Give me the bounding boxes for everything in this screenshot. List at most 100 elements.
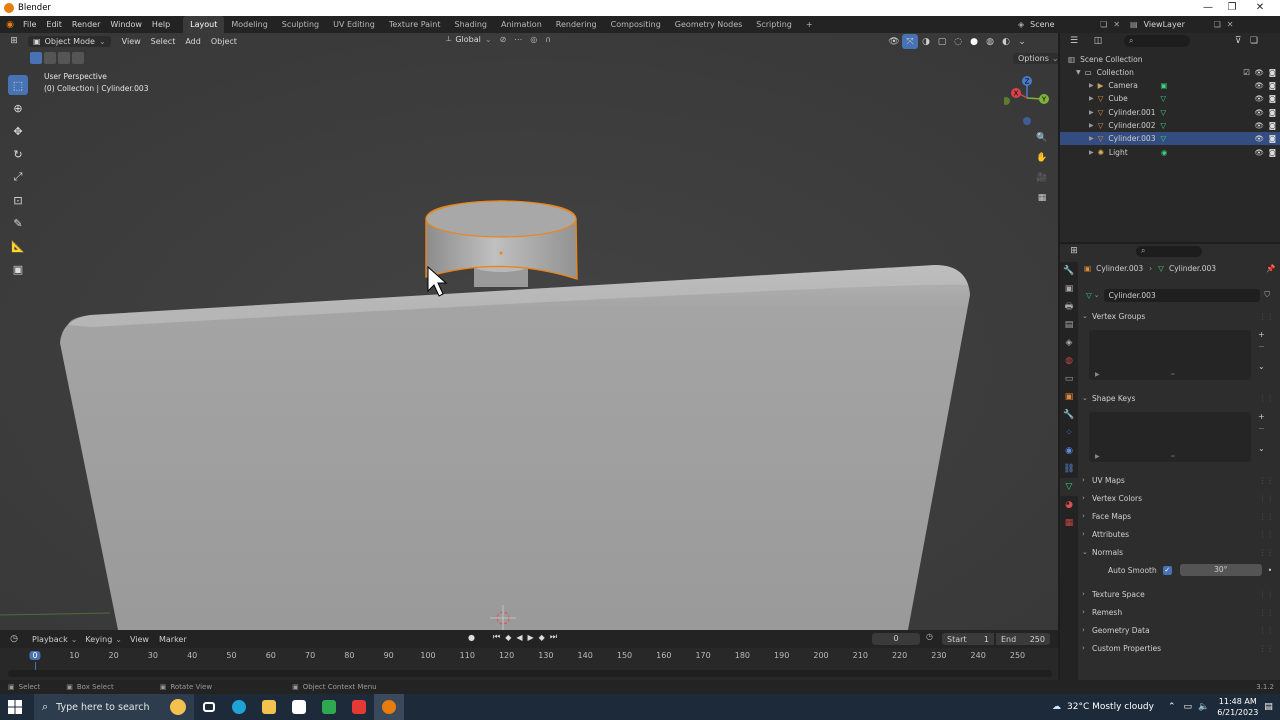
expand-arrow-icon[interactable]: ▶ (1089, 95, 1094, 102)
view-layer-tab-icon[interactable]: ▤ (1060, 316, 1078, 334)
select-box-tool-icon[interactable]: ⬚ (8, 75, 28, 95)
tab-animation[interactable]: Animation (494, 16, 549, 33)
object-tab-icon[interactable]: ▣ (1060, 388, 1078, 406)
tray-expand-icon[interactable]: ⌃ (1168, 702, 1176, 712)
collection-tab-icon[interactable]: ▭ (1060, 370, 1078, 388)
taskbar-search-box[interactable]: ⌕ Type here to search (34, 694, 194, 720)
jump-start-icon[interactable]: ⏮ (493, 632, 500, 642)
panel-header[interactable]: › Texture Space ⋮⋮ (1082, 586, 1278, 602)
outliner-editor-type-icon[interactable]: ☰ (1066, 34, 1082, 49)
material-shading-icon[interactable]: ◍ (982, 34, 998, 49)
falloff-icon[interactable]: ∩ (545, 35, 551, 44)
rotate-tool-icon[interactable]: ↻ (8, 144, 28, 164)
axis-gizmo-icon[interactable]: Z Y X (1002, 73, 1050, 133)
panel-header[interactable]: › Vertex Colors ⋮⋮ (1082, 490, 1278, 506)
close-button[interactable]: ✕ (1248, 0, 1272, 16)
object-data-icon[interactable]: ▣ (1160, 81, 1167, 90)
add-icon[interactable]: + (1258, 412, 1265, 424)
transform-orientation[interactable]: ⟂ Global ⌄ ⊘ ⋯ ◎ ∩ (446, 34, 551, 44)
remove-icon[interactable]: − (1258, 424, 1265, 436)
modifier-tab-icon[interactable]: 🔧 (1060, 406, 1078, 424)
move-tool-icon[interactable]: ✥ (8, 121, 28, 141)
timeline-scrollbar[interactable] (8, 670, 1052, 677)
camera-view-icon[interactable]: 🎥 (1034, 170, 1050, 185)
viewport-menu-add[interactable]: Add (180, 37, 206, 46)
new-collection-icon[interactable]: ❏ (1246, 34, 1262, 49)
resize-grip-icon[interactable]: ═ (1171, 453, 1175, 460)
proportional-edit-icon[interactable]: ◎ (530, 35, 537, 44)
object-data-icon[interactable]: ▽ (1160, 108, 1166, 117)
eye-icon[interactable]: 👁 (1254, 134, 1264, 143)
panel-header[interactable]: ⌄ Shape Keys ⋮⋮ (1082, 390, 1278, 406)
mesh-name-field[interactable]: Cylinder.003 (1103, 288, 1261, 302)
options-button[interactable]: Options ⌄ (1013, 53, 1058, 64)
delete-view-layer-icon[interactable]: ✕ (1227, 20, 1234, 29)
viewport-menu-select[interactable]: Select (146, 37, 181, 46)
camera-render-icon[interactable]: ◙ (1269, 94, 1276, 103)
camtasia-icon[interactable] (314, 694, 344, 720)
expand-arrow-icon[interactable]: ▶ (1095, 453, 1100, 460)
eye-icon[interactable]: 👁 (1254, 148, 1264, 157)
camera-render-icon[interactable]: ◙ (1269, 68, 1276, 77)
play-reverse-icon[interactable]: ◀ (516, 633, 522, 642)
object-data-icon[interactable]: ▽ (1160, 94, 1166, 103)
timeline-menu-view[interactable]: View (130, 635, 149, 644)
tab-rendering[interactable]: Rendering (549, 16, 604, 33)
auto-smooth-checkbox[interactable]: ✓ (1162, 565, 1172, 575)
outliner-item[interactable]: ▶ ▽ Cylinder.001 ▽ 👁 ◙ (1060, 106, 1280, 119)
panel-header[interactable]: › UV Maps ⋮⋮ (1082, 472, 1278, 488)
wireframe-shading-icon[interactable]: ◌ (950, 34, 966, 49)
drag-handle-icon[interactable]: ⋮⋮ (1259, 312, 1274, 321)
weather-cloud-icon[interactable]: ☁ (1052, 702, 1061, 712)
outliner-search-input[interactable]: ⌕ (1124, 35, 1190, 47)
timeline-editor-type-icon[interactable]: ◷ (6, 632, 22, 647)
viewport-scene[interactable] (0, 33, 1058, 630)
tab-compositing[interactable]: Compositing (604, 16, 668, 33)
outliner-item[interactable]: ▶ ▽ Cylinder.002 ▽ 👁 ◙ (1060, 119, 1280, 132)
eye-icon[interactable]: 👁 (1254, 68, 1264, 77)
material-tab-icon[interactable]: ◕ (1060, 496, 1078, 514)
menu-window[interactable]: Window (105, 20, 147, 29)
recorder-icon[interactable] (344, 694, 374, 720)
notifications-icon[interactable]: ▤ (1264, 702, 1273, 712)
minimize-button[interactable]: — (1196, 0, 1220, 16)
expand-arrow-icon[interactable]: ▶ (1089, 109, 1094, 116)
particles-tab-icon[interactable]: ⁘ (1060, 424, 1078, 442)
panel-header[interactable]: › Face Maps ⋮⋮ (1082, 508, 1278, 524)
tool-tab-icon[interactable]: 🔧 (1060, 262, 1078, 280)
pivot-icon[interactable]: ⊘ (500, 35, 507, 44)
panel-header[interactable]: › Geometry Data ⋮⋮ (1082, 622, 1278, 638)
solid-shading-icon[interactable]: ● (966, 34, 982, 49)
volume-icon[interactable]: 🔈 (1198, 702, 1209, 712)
mesh-datablock-selector[interactable]: ▽ ⌄ Cylinder.003 ⛉ (1086, 288, 1270, 302)
select-subtract-icon[interactable] (58, 52, 70, 64)
panel-header[interactable]: › Remesh ⋮⋮ (1082, 604, 1278, 620)
tab-scripting[interactable]: Scripting (749, 16, 799, 33)
remove-icon[interactable]: − (1258, 342, 1265, 354)
camera-render-icon[interactable]: ◙ (1269, 134, 1276, 143)
network-icon[interactable]: ▭ (1184, 702, 1193, 712)
camera-render-icon[interactable]: ◙ (1269, 121, 1276, 130)
drag-handle-icon[interactable]: ⋮⋮ (1259, 394, 1274, 403)
display-mode-icon[interactable]: ◫ (1090, 34, 1106, 49)
expand-arrow-icon[interactable]: ▼ (1076, 69, 1081, 76)
camera-render-icon[interactable]: ◙ (1269, 108, 1276, 117)
outliner-item[interactable]: ▶ ✺ Light ◉ 👁 ◙ (1060, 146, 1280, 159)
tab-geometry-nodes[interactable]: Geometry Nodes (668, 16, 749, 33)
drag-handle-icon[interactable]: ⋮⋮ (1259, 476, 1274, 485)
checkbox-icon[interactable]: ☑ (1243, 68, 1250, 77)
next-keyframe-icon[interactable]: ◆ (539, 633, 545, 642)
world-tab-icon[interactable]: ◍ (1060, 352, 1078, 370)
panel-header[interactable]: › Custom Properties ⋮⋮ (1082, 640, 1278, 656)
object-data-icon[interactable]: ▽ (1160, 121, 1166, 130)
frame-ruler[interactable]: 0 10 20 30 40 50 60 70 80 90 100 110 120 130 140 150 160… (28, 650, 1048, 670)
pin-icon[interactable]: 📌 (1266, 264, 1275, 273)
timeline-menu-playback[interactable]: Playback (32, 635, 68, 644)
expand-arrow-icon[interactable]: ▶ (1089, 135, 1094, 142)
outliner-item[interactable]: ▶ ▶ Camera ▣ 👁 ◙ (1060, 79, 1280, 92)
eye-icon[interactable]: 👁 (1254, 108, 1264, 117)
outliner-item[interactable]: ▶ ▽ Cylinder.003 ▽ 👁 ◙ (1060, 132, 1280, 146)
mesh-data-tab-icon[interactable]: ▽ (1060, 478, 1078, 496)
file-explorer-icon[interactable] (254, 694, 284, 720)
expand-arrow-icon[interactable]: ▶ (1095, 371, 1100, 378)
